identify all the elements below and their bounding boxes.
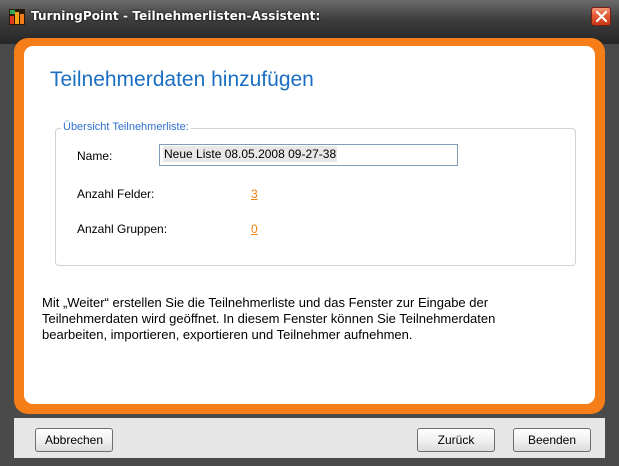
close-icon [596,11,607,22]
list-name-value: Neue Liste 08.05.2008 09-27-38 [163,146,338,162]
list-name-field[interactable]: Neue Liste 08.05.2008 09-27-38 [159,144,458,166]
back-button[interactable]: Zurück [417,428,495,452]
turningpoint-app-icon [9,9,25,25]
groups-count-label: Anzahl Gruppen: [77,222,168,236]
name-label: Name: [77,149,113,163]
window-title: TurningPoint - Teilnehmerlisten-Assisten… [31,9,321,23]
cancel-button[interactable]: Abbrechen [35,428,113,452]
groupbox-legend: Übersicht Teilnehmerliste: [61,121,191,133]
fields-count-link[interactable]: 3 [251,187,258,201]
finish-button[interactable]: Beenden [513,428,591,452]
groups-count-link[interactable]: 0 [251,222,258,236]
dialog-window: TurningPoint - Teilnehmerlisten-Assisten… [0,0,619,466]
page-title: Teilnehmerdaten hinzufügen [50,68,314,91]
fields-count-label: Anzahl Felder: [77,187,155,201]
info-text: Mit „Weiter“ erstellen Sie die Teilnehme… [42,295,496,342]
content-panel: Teilnehmerdaten hinzufügen Übersicht Tei… [24,46,595,404]
close-button[interactable] [591,7,611,26]
